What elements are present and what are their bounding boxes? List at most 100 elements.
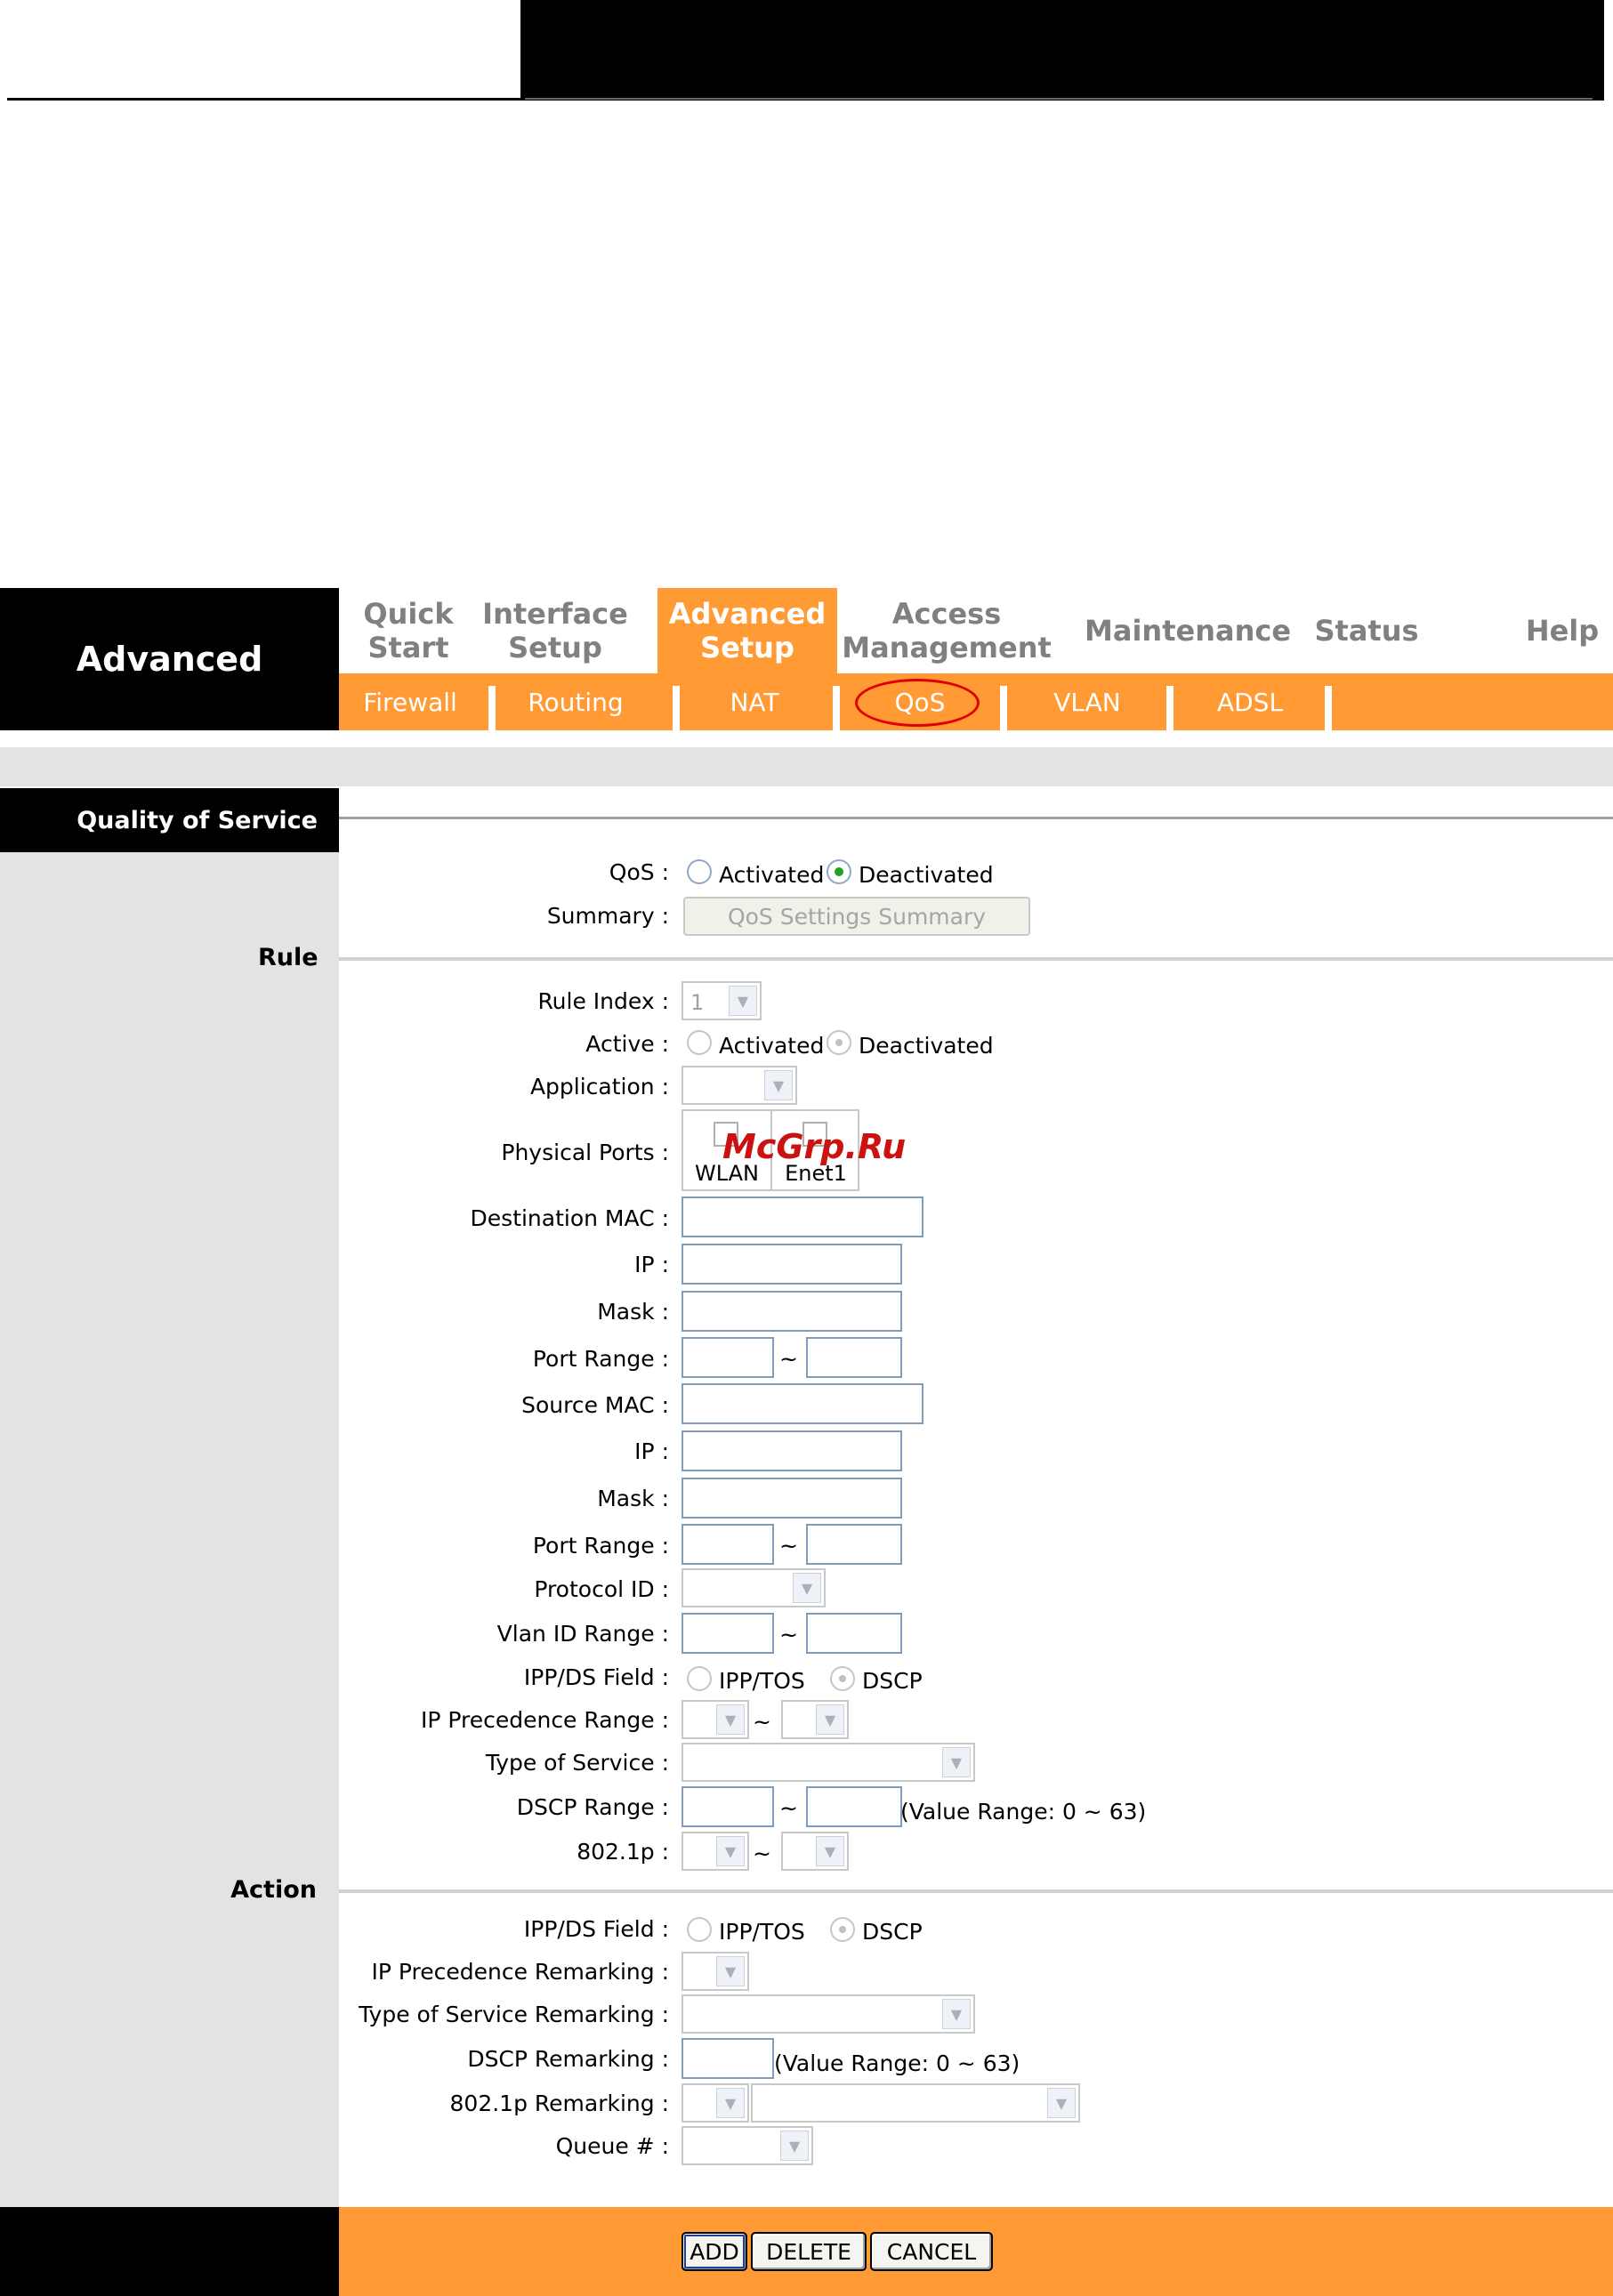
- action-dscp-radio[interactable]: [830, 1917, 855, 1942]
- rule-index-label: Rule Index :: [537, 988, 669, 1014]
- dscp-remarking-hint: (Value Range: 0 ~ 63): [774, 2050, 1020, 2076]
- chevron-down-icon: ▼: [716, 1704, 745, 1735]
- dest-mask-input[interactable]: [681, 1291, 902, 1332]
- rule-active-activated-radio[interactable]: [687, 1030, 712, 1055]
- subnav-routing[interactable]: Routing: [496, 673, 656, 730]
- delete-button[interactable]: DELETE: [751, 2232, 867, 2271]
- chevron-down-icon: ▼: [716, 1956, 745, 1986]
- subnav-vlan[interactable]: VLAN: [1007, 673, 1167, 730]
- range-tilde: ~: [753, 1709, 771, 1735]
- title-divider: [339, 817, 1613, 819]
- qos-deactivated-radio[interactable]: [827, 859, 851, 884]
- nav-quick-start-label: Quick Start: [363, 597, 454, 665]
- nav-access-management-label: Access Management: [842, 597, 1052, 665]
- add-button[interactable]: ADD: [681, 2232, 747, 2271]
- vlan-id-start-input[interactable]: [681, 1613, 774, 1654]
- qos-settings-summary-button[interactable]: QoS Settings Summary: [683, 897, 1030, 936]
- ip-precedence-remarking-select[interactable]: ▼: [681, 1952, 749, 1991]
- nav-interface-setup-label: Interface Setup: [482, 597, 628, 665]
- subnav-separator: [1166, 686, 1173, 730]
- chevron-down-icon: ▼: [1047, 2088, 1076, 2118]
- range-tilde: ~: [779, 1533, 798, 1559]
- summary-label: Summary :: [546, 903, 669, 929]
- dscp-remarking-input[interactable]: [681, 2038, 774, 2079]
- cancel-button[interactable]: CANCEL: [870, 2232, 993, 2271]
- ip-precedence-range-label: IP Precedence Range :: [420, 1707, 669, 1733]
- type-of-service-select[interactable]: ▼: [681, 1743, 975, 1782]
- nav-advanced-setup[interactable]: Advanced Setup: [657, 588, 837, 673]
- rule-ipptos-radio[interactable]: [687, 1666, 712, 1691]
- subnav-firewall[interactable]: Firewall: [339, 673, 481, 730]
- type-of-service-label: Type of Service :: [485, 1750, 669, 1776]
- nav-interface-setup[interactable]: Interface Setup: [482, 588, 628, 673]
- nav-maintenance-label: Maintenance: [1085, 614, 1292, 648]
- dscp-range-end-input[interactable]: [806, 1786, 902, 1827]
- src-mask-input[interactable]: [681, 1478, 902, 1519]
- subnav-separator: [1325, 686, 1332, 730]
- document-header-underline: [525, 98, 1593, 100]
- rule-divider: [339, 957, 1613, 961]
- dot1p-remarking-priority-select[interactable]: ▼: [751, 2083, 1080, 2123]
- chevron-down-icon: ▼: [780, 2131, 809, 2161]
- dest-port-end-input[interactable]: [806, 1337, 902, 1378]
- dot1p-end-select[interactable]: ▼: [781, 1832, 849, 1871]
- rule-dscp-radio[interactable]: [830, 1666, 855, 1691]
- chevron-down-icon: ▼: [942, 1999, 971, 2029]
- nav-status[interactable]: Status: [1314, 588, 1418, 673]
- nav-quick-start[interactable]: Quick Start: [355, 588, 462, 673]
- subnav-nat-label: NAT: [730, 687, 779, 717]
- qos-activated-radio[interactable]: [687, 859, 712, 884]
- dscp-range-start-input[interactable]: [681, 1786, 774, 1827]
- chevron-down-icon: ▼: [716, 2088, 745, 2118]
- chevron-down-icon: ▼: [729, 986, 757, 1016]
- src-port-start-input[interactable]: [681, 1524, 774, 1565]
- protocol-id-select[interactable]: ▼: [681, 1568, 826, 1607]
- vlan-id-end-input[interactable]: [806, 1613, 902, 1654]
- section-brand: Advanced: [0, 588, 339, 730]
- main-nav: Quick Start Interface Setup Advanced Set…: [339, 588, 1613, 673]
- dot1p-remarking-select[interactable]: ▼: [681, 2083, 749, 2123]
- nav-maintenance[interactable]: Maintenance: [1085, 588, 1291, 673]
- src-mac-input[interactable]: [681, 1383, 923, 1424]
- dscp-remarking-label: DSCP Remarking :: [467, 2046, 669, 2072]
- src-ip-label: IP :: [634, 1438, 669, 1464]
- chevron-down-icon: ▼: [942, 1747, 971, 1777]
- queue-select[interactable]: ▼: [681, 2126, 813, 2165]
- rule-ippds-label: IPP/DS Field :: [523, 1664, 669, 1690]
- range-tilde: ~: [779, 1622, 798, 1647]
- action-ipptos-radio[interactable]: [687, 1917, 712, 1942]
- rule-dscp-label: DSCP: [862, 1668, 923, 1694]
- action-ippds-label: IPP/DS Field :: [523, 1916, 669, 1942]
- ip-precedence-start-select[interactable]: ▼: [681, 1700, 749, 1739]
- nav-status-label: Status: [1314, 614, 1419, 648]
- rule-active-deactivated-radio[interactable]: [827, 1030, 851, 1055]
- tos-remarking-select[interactable]: ▼: [681, 1994, 975, 2034]
- dest-mac-label: Destination MAC :: [470, 1205, 669, 1231]
- document-header-rule: [7, 98, 523, 101]
- chevron-down-icon: ▼: [764, 1070, 793, 1100]
- dscp-range-hint: (Value Range: 0 ~ 63): [900, 1799, 1147, 1825]
- rule-index-value: 1: [690, 990, 705, 1015]
- nav-help[interactable]: Help: [1522, 588, 1602, 673]
- qos-activated-label: Activated: [719, 862, 825, 888]
- rule-active-deactivated-label: Deactivated: [859, 1033, 994, 1059]
- dot1p-remarking-label: 802.1p Remarking :: [449, 2091, 669, 2116]
- application-select[interactable]: ▼: [681, 1066, 797, 1105]
- chevron-down-icon: ▼: [816, 1704, 844, 1735]
- dest-mac-input[interactable]: [681, 1196, 923, 1237]
- subnav-nat[interactable]: NAT: [680, 673, 829, 730]
- nav-access-management[interactable]: Access Management: [842, 588, 1052, 673]
- subnav-adsl[interactable]: ADSL: [1173, 673, 1327, 730]
- rule-index-select[interactable]: 1 ▼: [681, 981, 762, 1020]
- ip-precedence-end-select[interactable]: ▼: [781, 1700, 849, 1739]
- dest-port-start-input[interactable]: [681, 1337, 774, 1378]
- src-ip-input[interactable]: [681, 1430, 902, 1471]
- rule-ipptos-label: IPP/TOS: [719, 1668, 805, 1694]
- src-port-range-label: Port Range :: [532, 1533, 669, 1559]
- dest-mask-label: Mask :: [597, 1299, 669, 1325]
- queue-label: Queue # :: [555, 2133, 669, 2159]
- dest-ip-input[interactable]: [681, 1244, 902, 1285]
- dot1p-start-select[interactable]: ▼: [681, 1832, 749, 1871]
- src-port-end-input[interactable]: [806, 1524, 902, 1565]
- footer-left: [0, 2207, 339, 2296]
